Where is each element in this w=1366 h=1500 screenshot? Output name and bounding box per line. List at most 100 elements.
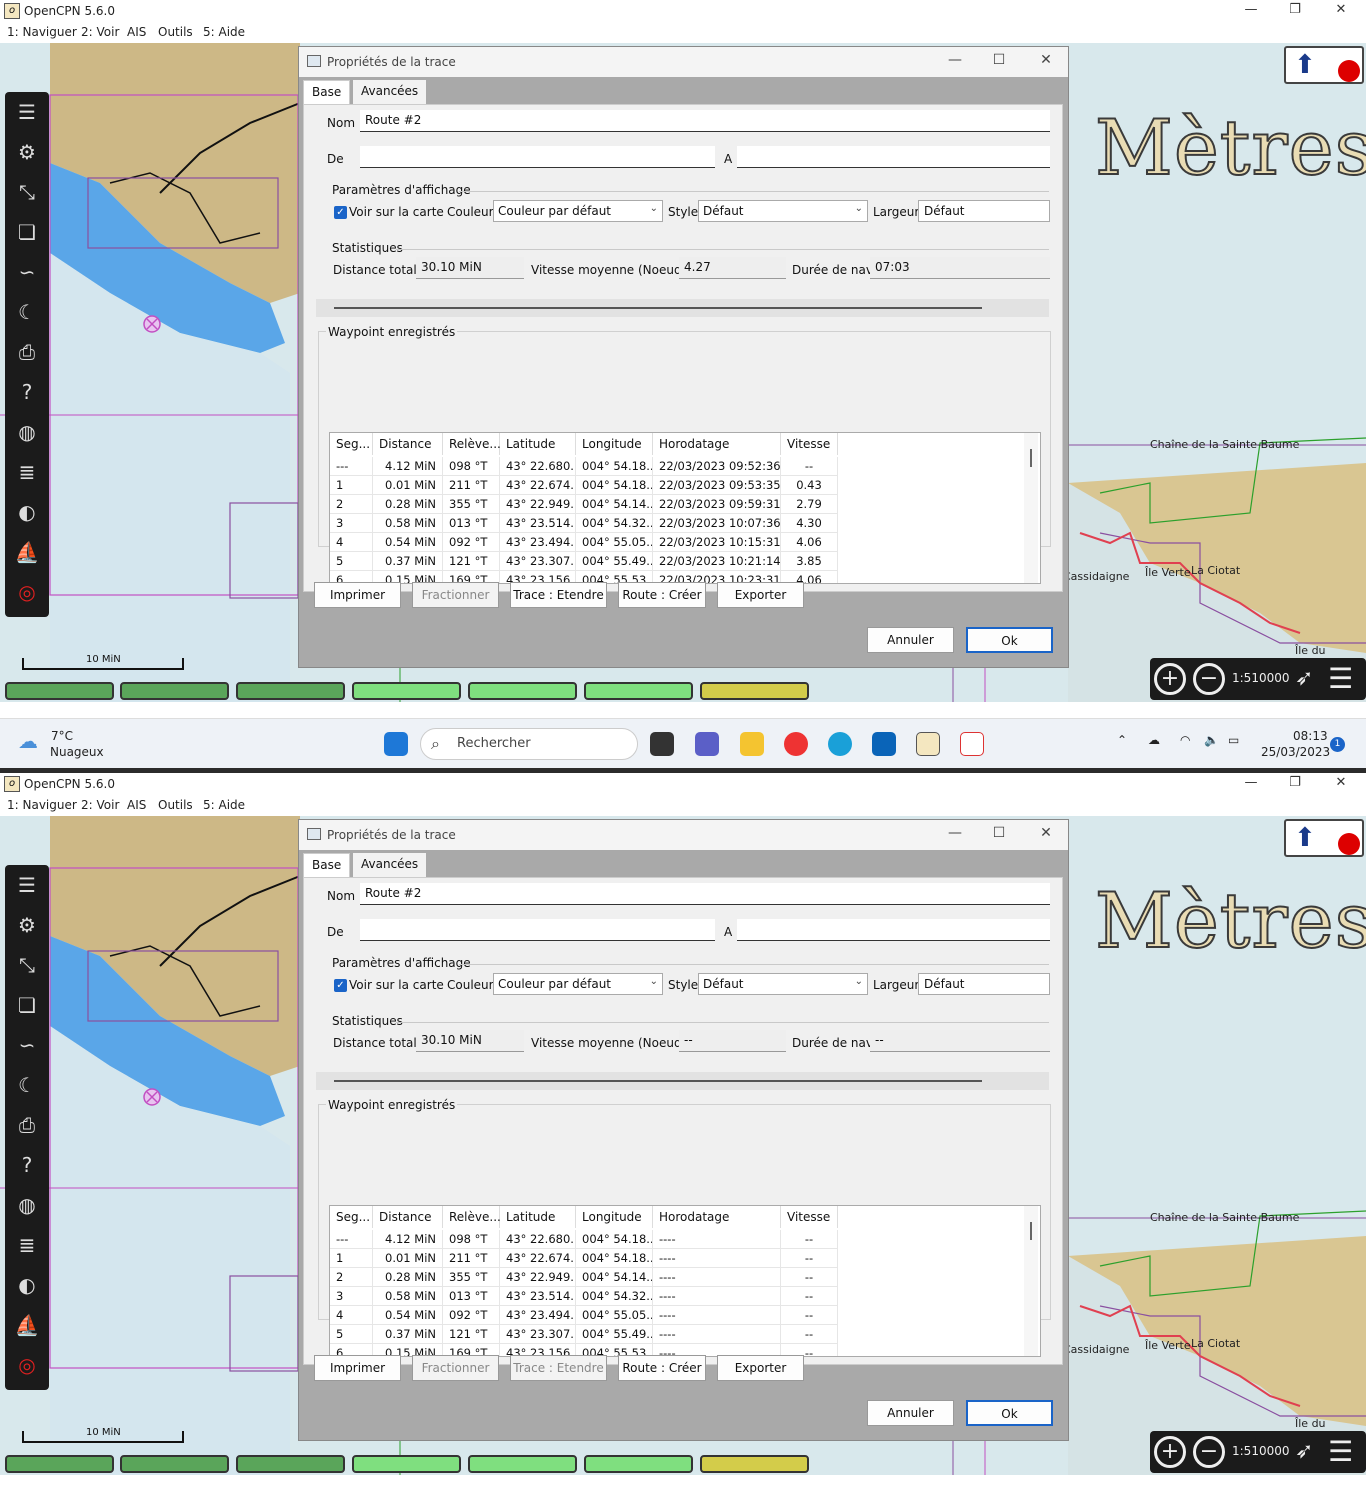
zoom-in-icon[interactable]: + bbox=[1154, 663, 1186, 695]
column-header[interactable]: Seg... bbox=[330, 1206, 373, 1228]
tab-base[interactable]: Base bbox=[303, 853, 351, 877]
hamburger-menu-icon[interactable]: ☰ bbox=[12, 97, 42, 127]
annuler-button[interactable]: Annuler bbox=[867, 1400, 954, 1426]
trace-etendre-button[interactable]: Trace : Etendre bbox=[510, 1355, 607, 1381]
table-cell[interactable]: 43° 23.494... bbox=[500, 1306, 576, 1325]
notification-badge[interactable]: 1 bbox=[1330, 737, 1345, 752]
table-cell[interactable]: 1 bbox=[330, 1249, 373, 1268]
table-cell[interactable]: 0.01 MiN bbox=[373, 476, 443, 495]
table-cell[interactable]: -- bbox=[781, 1287, 838, 1306]
exporter-button[interactable]: Exporter bbox=[717, 582, 804, 608]
table-cell[interactable]: 004° 55.49... bbox=[576, 1325, 653, 1344]
dialog-close-icon[interactable]: ✕ bbox=[1036, 52, 1056, 68]
table-cell[interactable]: 004° 54.14... bbox=[576, 1268, 653, 1287]
menu-outils[interactable]: Outils bbox=[158, 798, 193, 812]
ok-button[interactable]: Ok bbox=[966, 627, 1053, 653]
onedrive-icon[interactable]: ☁ bbox=[1148, 733, 1160, 747]
chart-bar-key[interactable] bbox=[584, 682, 693, 700]
table-cell[interactable]: 43° 22.949... bbox=[500, 1268, 576, 1287]
clock-date[interactable]: 25/03/2023 bbox=[1261, 745, 1330, 759]
table-cell[interactable]: ---- bbox=[653, 1287, 781, 1306]
table-cell[interactable]: 004° 54.18... bbox=[576, 1230, 653, 1249]
trace-etendre-button[interactable]: Trace : Etendre bbox=[510, 582, 607, 608]
chart-bar-key[interactable] bbox=[700, 1455, 809, 1473]
couleur-select[interactable]: Couleur par défaut ⌄ bbox=[493, 200, 663, 222]
splitter[interactable] bbox=[316, 299, 1049, 317]
table-cell[interactable]: 22/03/2023 09:52:36 bbox=[653, 457, 781, 476]
table-cell[interactable]: 4 bbox=[330, 533, 373, 552]
style-select[interactable]: Défaut ⌄ bbox=[698, 200, 868, 222]
column-header[interactable]: Longitude bbox=[576, 1206, 653, 1228]
table-cell[interactable]: 355 °T bbox=[443, 1268, 500, 1287]
chart-bar-key[interactable] bbox=[700, 682, 809, 700]
file-explorer-icon[interactable] bbox=[740, 732, 764, 756]
table-cell[interactable]: 355 °T bbox=[443, 495, 500, 514]
fractionner-button[interactable]: Fractionner bbox=[412, 582, 499, 608]
column-header[interactable]: Horodatage bbox=[653, 433, 781, 455]
table-cell[interactable]: 4.30 bbox=[781, 514, 838, 533]
table-cell[interactable]: --- bbox=[330, 457, 373, 476]
chart-bar-key[interactable] bbox=[5, 1455, 114, 1473]
table-cell[interactable]: -- bbox=[781, 1325, 838, 1344]
menu-naviguer[interactable]: 1: Naviguer bbox=[7, 798, 77, 812]
menu-icon[interactable]: ☰ bbox=[1328, 662, 1353, 695]
outlook-icon[interactable] bbox=[872, 732, 896, 756]
menu-icon[interactable]: ☰ bbox=[1328, 1435, 1353, 1468]
track-icon[interactable]: ∽ bbox=[12, 1030, 42, 1060]
table-cell[interactable]: 1 bbox=[330, 476, 373, 495]
close-icon[interactable]: ✕ bbox=[1326, 775, 1356, 790]
table-scrollbar[interactable] bbox=[1024, 433, 1038, 583]
task-view-icon[interactable] bbox=[650, 732, 674, 756]
fractionner-button[interactable]: Fractionner bbox=[412, 1355, 499, 1381]
table-cell[interactable]: -- bbox=[781, 1306, 838, 1325]
table-cell[interactable]: --- bbox=[330, 1230, 373, 1249]
table-cell[interactable]: 0.01 MiN bbox=[373, 1249, 443, 1268]
table-scrollbar[interactable] bbox=[1024, 1206, 1038, 1356]
edge-icon[interactable] bbox=[828, 732, 852, 756]
imprimer-button[interactable]: Imprimer bbox=[314, 582, 401, 608]
table-cell[interactable]: 4.06 bbox=[781, 533, 838, 552]
column-header[interactable]: Vitesse bbox=[781, 1206, 838, 1228]
de-input[interactable] bbox=[360, 919, 715, 941]
menu-aide[interactable]: 5: Aide bbox=[203, 25, 245, 39]
help-icon[interactable]: ? bbox=[12, 377, 42, 407]
chart-bar-key[interactable] bbox=[120, 1455, 229, 1473]
table-cell[interactable]: 004° 54.18... bbox=[576, 476, 653, 495]
table-cell[interactable]: 4.12 MiN bbox=[373, 1230, 443, 1249]
table-cell[interactable]: 4.12 MiN bbox=[373, 457, 443, 476]
settings-gear-icon[interactable]: ⚙ bbox=[12, 137, 42, 167]
table-cell[interactable]: 013 °T bbox=[443, 514, 500, 533]
ok-button[interactable]: Ok bbox=[966, 1400, 1053, 1426]
table-cell[interactable]: 3 bbox=[330, 1287, 373, 1306]
table-cell[interactable]: ---- bbox=[653, 1325, 781, 1344]
table-cell[interactable]: 2 bbox=[330, 1268, 373, 1287]
chart-quilt-icon[interactable]: ◍ bbox=[12, 417, 42, 447]
voir-checkbox[interactable]: ✓ bbox=[334, 206, 347, 219]
table-cell[interactable]: 22/03/2023 10:21:14 bbox=[653, 552, 781, 571]
chart-bar-key[interactable] bbox=[352, 1455, 461, 1473]
table-cell[interactable]: 098 °T bbox=[443, 1230, 500, 1249]
clock-time[interactable]: 08:13 bbox=[1293, 729, 1328, 743]
table-cell[interactable]: -- bbox=[781, 1268, 838, 1287]
chart-bar-key[interactable] bbox=[236, 682, 345, 700]
dialog-minimize-icon[interactable]: — bbox=[945, 52, 965, 68]
column-header[interactable]: Latitude bbox=[500, 1206, 576, 1228]
chrome-icon[interactable] bbox=[784, 732, 808, 756]
menu-aide[interactable]: 5: Aide bbox=[203, 798, 245, 812]
table-cell[interactable]: -- bbox=[781, 1249, 838, 1268]
table-cell[interactable]: 22/03/2023 09:59:31 bbox=[653, 495, 781, 514]
table-cell[interactable]: 004° 55.05... bbox=[576, 1306, 653, 1325]
north-up-icon[interactable]: ➶ bbox=[1295, 1439, 1313, 1464]
mob-marker-icon[interactable]: ⛵ bbox=[12, 537, 42, 567]
dialog-maximize-icon[interactable]: ☐ bbox=[989, 825, 1009, 841]
nom-input[interactable]: Route #2 bbox=[360, 883, 1050, 905]
tab-base[interactable]: Base bbox=[303, 80, 351, 104]
imprimer-button[interactable]: Imprimer bbox=[314, 1355, 401, 1381]
minimize-icon[interactable]: — bbox=[1236, 2, 1266, 17]
route-creer-button[interactable]: Route : Créer bbox=[618, 1355, 706, 1381]
table-cell[interactable]: ---- bbox=[653, 1230, 781, 1249]
route-creer-button[interactable]: Route : Créer bbox=[618, 582, 706, 608]
ais-list-icon[interactable]: ≣ bbox=[12, 1230, 42, 1260]
table-cell[interactable]: 004° 54.18... bbox=[576, 1249, 653, 1268]
zoom-out-icon[interactable]: − bbox=[1193, 1436, 1225, 1468]
